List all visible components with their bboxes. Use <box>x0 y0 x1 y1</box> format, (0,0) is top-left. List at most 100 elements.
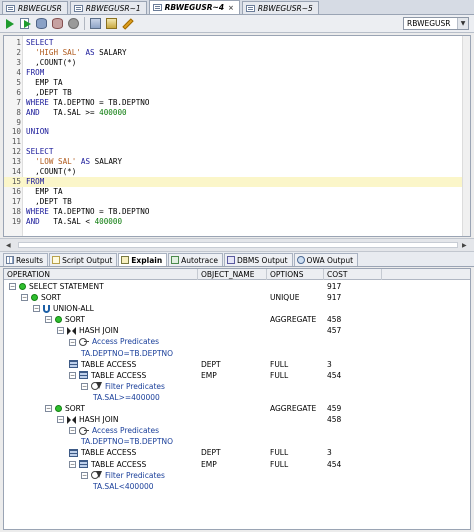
collapse-icon[interactable]: − <box>69 338 76 346</box>
run-statement-icon[interactable] <box>3 17 16 30</box>
output-tab[interactable]: Explain <box>118 253 168 266</box>
collapse-icon[interactable]: − <box>33 305 40 313</box>
connection-select[interactable]: RBWEGUSR ▼ <box>403 17 469 30</box>
code-line[interactable]: 17 ,DEPT TB <box>4 197 470 207</box>
collapse-icon[interactable]: − <box>45 316 52 324</box>
code-line[interactable]: 6 ,DEPT TB <box>4 88 470 98</box>
code-text[interactable] <box>23 118 26 128</box>
code-text[interactable]: SELECT <box>23 147 53 157</box>
plan-row[interactable]: − Access Predicates <box>4 425 470 436</box>
code-text[interactable]: FROM <box>23 177 44 187</box>
output-tab[interactable]: DBMS Output <box>223 253 293 266</box>
worksheet-tab[interactable]: RBWEGUSR~1 <box>69 1 147 14</box>
cancel-icon[interactable] <box>67 17 80 30</box>
worksheet-tab[interactable]: RBWEGUSR~4 × <box>148 0 240 14</box>
code-text[interactable]: AND TA.SAL >= 400000 <box>23 108 127 118</box>
code-line[interactable]: 9 <box>4 118 470 128</box>
plan-row[interactable]: TABLE ACCESS DEPT FULL 3 <box>4 359 470 370</box>
worksheet-tab[interactable]: RBWEGUSR~5 <box>241 1 319 14</box>
code-text[interactable]: EMP TA <box>23 187 62 197</box>
plan-row[interactable]: TA.DEPTNO=TB.DEPTNO <box>4 436 470 447</box>
collapse-icon[interactable]: − <box>81 471 88 479</box>
code-text[interactable]: EMP TA <box>23 78 62 88</box>
clear-icon[interactable] <box>121 17 134 30</box>
plan-row[interactable]: TABLE ACCESS DEPT FULL 3 <box>4 447 470 458</box>
code-line[interactable]: 2 'HIGH SAL' AS SALARY <box>4 48 470 58</box>
code-line[interactable]: 8 AND TA.SAL >= 400000 <box>4 108 470 118</box>
code-line[interactable]: 5 EMP TA <box>4 78 470 88</box>
plan-row[interactable]: − SELECT STATEMENT 917 <box>4 281 470 292</box>
code-text[interactable]: ,COUNT(*) <box>23 167 76 177</box>
code-text[interactable]: ,DEPT TB <box>23 197 72 207</box>
plan-row[interactable]: TA.SAL>=400000 <box>4 392 470 403</box>
rollback-icon[interactable] <box>51 17 64 30</box>
run-script-icon[interactable] <box>19 17 32 30</box>
editor-vertical-scrollbar[interactable] <box>462 36 470 236</box>
plan-row[interactable]: − UNION-ALL <box>4 303 470 314</box>
plan-row[interactable]: − TABLE ACCESS EMP FULL 454 <box>4 370 470 381</box>
code-line[interactable]: 4 FROM <box>4 68 470 78</box>
sql-editor[interactable]: 1 SELECT 2 'HIGH SAL' AS SALARY 3 ,COUNT(*)… <box>3 35 471 237</box>
plan-row[interactable]: − SORT AGGREGATE 459 <box>4 403 470 414</box>
collapse-icon[interactable]: − <box>21 294 28 302</box>
code-text[interactable]: 'LOW SAL' AS SALARY <box>23 157 122 167</box>
code-line[interactable]: 7 WHERE TA.DEPTNO = TB.DEPTNO <box>4 98 470 108</box>
plan-row[interactable]: − Filter Predicates <box>4 381 470 392</box>
collapse-icon[interactable]: − <box>57 327 64 335</box>
code-line[interactable]: 11 <box>4 137 470 147</box>
collapse-icon[interactable]: − <box>9 283 16 291</box>
column-header-operation[interactable]: OPERATION <box>4 269 198 280</box>
output-tab[interactable]: OWA Output <box>293 253 359 266</box>
code-text[interactable]: 'HIGH SAL' AS SALARY <box>23 48 126 58</box>
collapse-icon[interactable]: − <box>69 371 76 379</box>
output-tab[interactable]: Script Output <box>49 253 118 266</box>
column-header-object-name[interactable]: OBJECT_NAME <box>198 269 267 280</box>
code-text[interactable]: SELECT <box>23 38 53 48</box>
plan-row[interactable]: TA.SAL<400000 <box>4 481 470 492</box>
column-header-cost[interactable]: COST <box>324 269 382 280</box>
plan-row[interactable]: TA.DEPTNO=TB.DEPTNO <box>4 348 470 359</box>
code-text[interactable]: ,COUNT(*) <box>23 58 76 68</box>
plan-row[interactable]: − SORT AGGREGATE 458 <box>4 314 470 325</box>
sql-tuning-icon[interactable] <box>89 17 102 30</box>
commit-icon[interactable] <box>35 17 48 30</box>
code-text[interactable]: WHERE TA.DEPTNO = TB.DEPTNO <box>23 98 149 108</box>
scroll-right-icon[interactable]: ▶ <box>462 242 467 249</box>
explain-plan-icon[interactable] <box>105 17 118 30</box>
output-tab[interactable]: Autotrace <box>168 253 223 266</box>
plan-row[interactable]: − Filter Predicates <box>4 470 470 481</box>
collapse-icon[interactable]: − <box>69 460 76 468</box>
code-line[interactable]: 15 FROM <box>4 177 470 188</box>
collapse-icon[interactable]: − <box>45 405 52 413</box>
code-text[interactable] <box>23 137 26 147</box>
editor-horizontal-scrollbar[interactable] <box>18 242 458 248</box>
plan-row[interactable]: − HASH JOIN 458 <box>4 414 470 425</box>
code-line[interactable]: 10 UNION <box>4 127 470 137</box>
code-line[interactable]: 14 ,COUNT(*) <box>4 167 470 177</box>
output-tab[interactable]: Results <box>3 253 49 266</box>
code-line[interactable]: 16 EMP TA <box>4 187 470 197</box>
plan-row[interactable]: − HASH JOIN 457 <box>4 325 470 336</box>
code-text[interactable]: AND TA.SAL < 400000 <box>23 217 122 227</box>
plan-row[interactable]: − TABLE ACCESS EMP FULL 454 <box>4 459 470 470</box>
collapse-icon[interactable]: − <box>57 416 64 424</box>
collapse-icon[interactable]: − <box>81 382 88 390</box>
close-icon[interactable]: × <box>228 4 234 12</box>
code-text[interactable]: WHERE TA.DEPTNO = TB.DEPTNO <box>23 207 149 217</box>
code-line[interactable]: 1 SELECT <box>4 38 470 48</box>
collapse-icon[interactable]: − <box>69 427 76 435</box>
code-line[interactable]: 19 AND TA.SAL < 400000 <box>4 217 470 227</box>
column-header-options[interactable]: OPTIONS <box>267 269 324 280</box>
code-text[interactable]: ,DEPT TB <box>23 88 72 98</box>
code-text[interactable]: FROM <box>23 68 44 78</box>
plan-row[interactable]: − Access Predicates <box>4 336 470 347</box>
scroll-left-icon[interactable]: ◀ <box>6 242 11 249</box>
sql-code[interactable]: 1 SELECT 2 'HIGH SAL' AS SALARY 3 ,COUNT(*)… <box>4 38 470 227</box>
code-line[interactable]: 12 SELECT <box>4 147 470 157</box>
plan-row[interactable]: − SORT UNIQUE 917 <box>4 292 470 303</box>
code-line[interactable]: 3 ,COUNT(*) <box>4 58 470 68</box>
chevron-down-icon[interactable]: ▼ <box>457 18 468 29</box>
code-line[interactable]: 18 WHERE TA.DEPTNO = TB.DEPTNO <box>4 207 470 217</box>
code-text[interactable]: UNION <box>23 127 49 137</box>
code-line[interactable]: 13 'LOW SAL' AS SALARY <box>4 157 470 167</box>
